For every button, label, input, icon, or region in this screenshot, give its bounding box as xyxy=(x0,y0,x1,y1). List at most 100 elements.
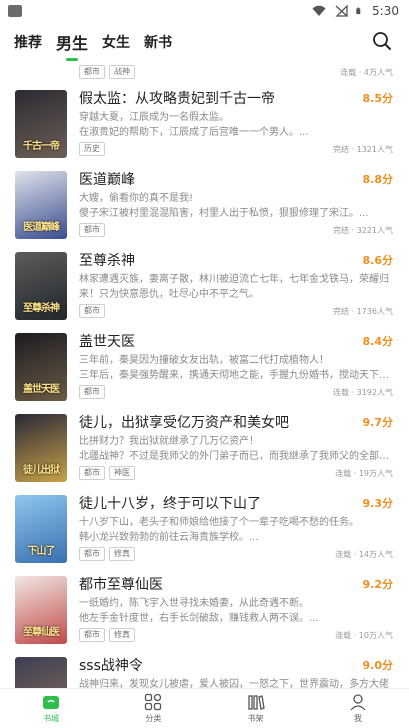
nav-profile[interactable]: 我 xyxy=(307,689,409,728)
tab-recommended[interactable]: 推荐 xyxy=(14,32,42,52)
book-item[interactable]: 千古一帝 假太监：从攻略贵妃到千古一帝 8.5分穿越大夏，江辰成为一名假太监。在淑贵… xyxy=(0,84,409,165)
book-meta: 连载 · 14万人气 xyxy=(335,550,393,559)
cover-title-art: 徒儿出狱 xyxy=(23,465,60,476)
status-icons: 5:30 xyxy=(312,4,399,18)
book-title[interactable]: 徒儿十八岁，终于可以下山了 xyxy=(79,493,261,513)
book-cover[interactable]: 医道巅峰 xyxy=(15,171,67,239)
bottom-navigation: 书城 分类 书架 我 xyxy=(0,688,409,728)
cover-title-art: 至尊杀神 xyxy=(23,303,60,314)
book-title[interactable]: 假太监：从攻略贵妃到千古一帝 xyxy=(79,88,275,108)
description-line: 战神归来，发现女儿被虐，爱人被囚，一怒之下，世界震动，多方大佬纷 xyxy=(79,679,389,688)
battery-icon xyxy=(356,7,361,15)
tab-female[interactable]: 女生 xyxy=(102,32,130,52)
cover-title-art: 至尊仙医 xyxy=(23,627,60,638)
book-item[interactable]: sss战神令 9.0分战神归来，发现女儿被虐，爱人被囚，一怒之下，世界震动，多方大… xyxy=(0,651,409,688)
tag: 神医 xyxy=(109,466,135,480)
book-item[interactable]: 至尊杀神 至尊杀神 8.6分 林家遭遇灭族，妻离子散，林川被迫流亡七年，七年金戈铁马，… xyxy=(0,246,409,327)
tab-male[interactable]: 男生 xyxy=(56,30,88,61)
tag-list: 都市 xyxy=(79,223,105,237)
book-cover[interactable] xyxy=(15,657,67,688)
book-score: 9.0分 xyxy=(362,659,394,672)
nav-label: 书架 xyxy=(247,714,264,723)
description-line: 穿越大夏，江辰成为一名假太监。 xyxy=(79,112,229,123)
tag: 修真 xyxy=(109,628,135,642)
book-description: 大嫂，偷看你的真不是我! 傻子宋江被村里混混陷害，村里人出于私愤，狠狠修理了宋江。… xyxy=(79,191,395,221)
book-score: 8.5分 xyxy=(362,92,394,105)
book-meta: 完结 · 3221人气 xyxy=(333,226,393,235)
book-score: 8.8分 xyxy=(362,173,394,186)
tag: 都市 xyxy=(79,304,105,318)
description-line: 十八岁下山，老头子和师娘给他接了个一辈子吃喝不愁的任务。 xyxy=(79,517,359,528)
book-meta: 连载 · 3192人气 xyxy=(333,388,393,397)
tag-list: 都市 修真 xyxy=(79,628,135,642)
tag: 都市 xyxy=(79,466,105,480)
nav-label: 我 xyxy=(353,714,362,723)
tag-list: 都市 xyxy=(79,385,105,399)
book-item[interactable]: 徒儿出狱 徒儿，出狱享受亿万资产和美女吧 9.7分 比拼财力？我出狱就继承了几万亿资产… xyxy=(0,408,409,489)
book-cover[interactable]: 至尊仙医 xyxy=(15,576,67,644)
description-line: 北疆战神？不过是我师父的外门弟子而已，而我继承了我师父的全部衣... xyxy=(79,451,395,462)
status-bar: 5:30 xyxy=(0,0,409,22)
tag: 都市 xyxy=(79,385,105,399)
book-description: 林家遭遇灭族，妻离子散，林川被迫流亡七年，七年金戈铁马，荣耀归来！只为快意恩仇，… xyxy=(79,272,395,302)
book-title[interactable]: 盖世天医 xyxy=(79,331,135,351)
book-item[interactable]: 盖世天医 盖世天医 8.4分 三年前，秦昊因为撞破女友出轨，被富二代打成植物人！ 三年后… xyxy=(0,327,409,408)
cover-title-art: 医道巅峰 xyxy=(23,222,60,233)
book-score: 9.3分 xyxy=(362,497,394,510)
description-line: 三年后，秦昊强势醒来，携通天彻地之能，手握九份婚书，搅动天下风... xyxy=(79,370,395,381)
tag: 都市 xyxy=(79,547,105,561)
book-item[interactable]: 下山了 徒儿十八岁，终于可以下山了 9.3分 十八岁下山，老头子和师娘给他接了个一辈子… xyxy=(0,489,409,570)
book-meta: 完结 · 1321人气 xyxy=(333,145,393,154)
book-title[interactable]: 至尊杀神 xyxy=(79,250,135,270)
tab-new-books[interactable]: 新书 xyxy=(144,32,172,52)
tag: 都市 xyxy=(79,223,105,237)
book-description: 十八岁下山，老头子和师娘给他接了个一辈子吃喝不愁的任务。 韩小龙兴致勃勃的前往云海… xyxy=(79,515,395,545)
book-score: 8.6分 xyxy=(362,254,394,267)
bookshelf-icon xyxy=(247,695,265,710)
user-icon xyxy=(350,694,366,711)
book-description: 战神归来，发现女儿被虐，爱人被囚，一怒之下，世界震动，多方大佬纷 xyxy=(79,677,395,688)
book-cover[interactable]: 至尊杀神 xyxy=(15,252,67,320)
nav-categories[interactable]: 分类 xyxy=(102,689,204,728)
tag-list: 都市 修真 xyxy=(79,547,135,561)
book-item[interactable]: 至尊仙医 都市至尊仙医 9.2分一纸婚约，陈飞宇入世寻找未婚妻，从此奇遇不断。 他左手… xyxy=(0,570,409,651)
book-description: 一纸婚约，陈飞宇入世寻找未婚妻，从此奇遇不断。 他左手金针度世，右手长剑破敌，赚钱… xyxy=(79,596,395,626)
nav-bookstore[interactable]: 书城 xyxy=(0,689,102,728)
description-line: 一纸婚约，陈飞宇入世寻找未婚妻，从此奇遇不断。 xyxy=(79,598,309,609)
cover-title-art: 下山了 xyxy=(27,546,56,557)
book-score: 9.2分 xyxy=(362,578,394,591)
book-cover[interactable]: 盖世天医 xyxy=(15,333,67,401)
book-title[interactable]: sss战神令 xyxy=(79,655,143,675)
grid-icon xyxy=(145,693,162,711)
book-score: 8.4分 xyxy=(362,335,394,348)
wifi-icon xyxy=(312,5,326,16)
search-icon[interactable] xyxy=(371,30,393,52)
description-line: 在淑贵妃的帮助下，江辰成了后宫唯一一个男人。... xyxy=(79,127,309,138)
description-line: 林家遭遇灭族，妻离子散，林川被迫流亡七年，七年金戈铁马，荣耀归来！只为快意恩仇，… xyxy=(79,274,389,300)
description-line: 傻子宋江被村里混混陷害，村里人出于私愤，狠狠修理了宋江。... xyxy=(79,208,369,219)
tag: 都市 xyxy=(79,65,105,79)
book-title[interactable]: 都市至尊仙医 xyxy=(79,574,163,594)
book-description: 比拼财力？我出狱就继承了几万亿资产！ 北疆战神？不过是我师父的外门弟子而已，而我继… xyxy=(79,434,395,464)
notification-icon xyxy=(8,5,22,17)
book-title[interactable]: 徒儿，出狱享受亿万资产和美女吧 xyxy=(79,412,289,432)
book-cover[interactable]: 下山了 xyxy=(15,495,67,563)
description-line: 比拼财力？我出狱就继承了几万亿资产！ xyxy=(79,436,259,447)
category-tabs: 推荐 男生 女生 新书 xyxy=(0,22,409,62)
book-item[interactable]: 医道巅峰 医道巅峰 8.8分 大嫂，偷看你的真不是我! 傻子宋江被村里混混陷害，村里人出… xyxy=(0,165,409,246)
tag-list: 都市 战神 xyxy=(79,65,135,79)
cover-title-art: 盖世天医 xyxy=(23,384,60,395)
book-title[interactable]: 医道巅峰 xyxy=(79,169,135,189)
tag: 修真 xyxy=(109,547,135,561)
nav-label: 书城 xyxy=(43,714,60,723)
nav-bookshelf[interactable]: 书架 xyxy=(205,689,307,728)
tag: 历史 xyxy=(79,142,105,156)
book-description: 穿越大夏，江辰成为一名假太监。在淑贵妃的帮助下，江辰成了后宫唯一一个男人。... xyxy=(79,110,395,140)
book-cover[interactable]: 徒儿出狱 xyxy=(15,414,67,482)
book-cover[interactable]: 千古一帝 xyxy=(15,90,67,158)
tag-list: 都市 神医 xyxy=(79,466,135,480)
book-meta: 连载 · 4万人气 xyxy=(340,68,393,77)
list-item-partial[interactable]: 都市 战神 连载 · 4万人气 xyxy=(0,62,409,80)
bookstore-icon xyxy=(43,696,60,709)
book-meta: 连载 · 10万人气 xyxy=(335,631,393,640)
